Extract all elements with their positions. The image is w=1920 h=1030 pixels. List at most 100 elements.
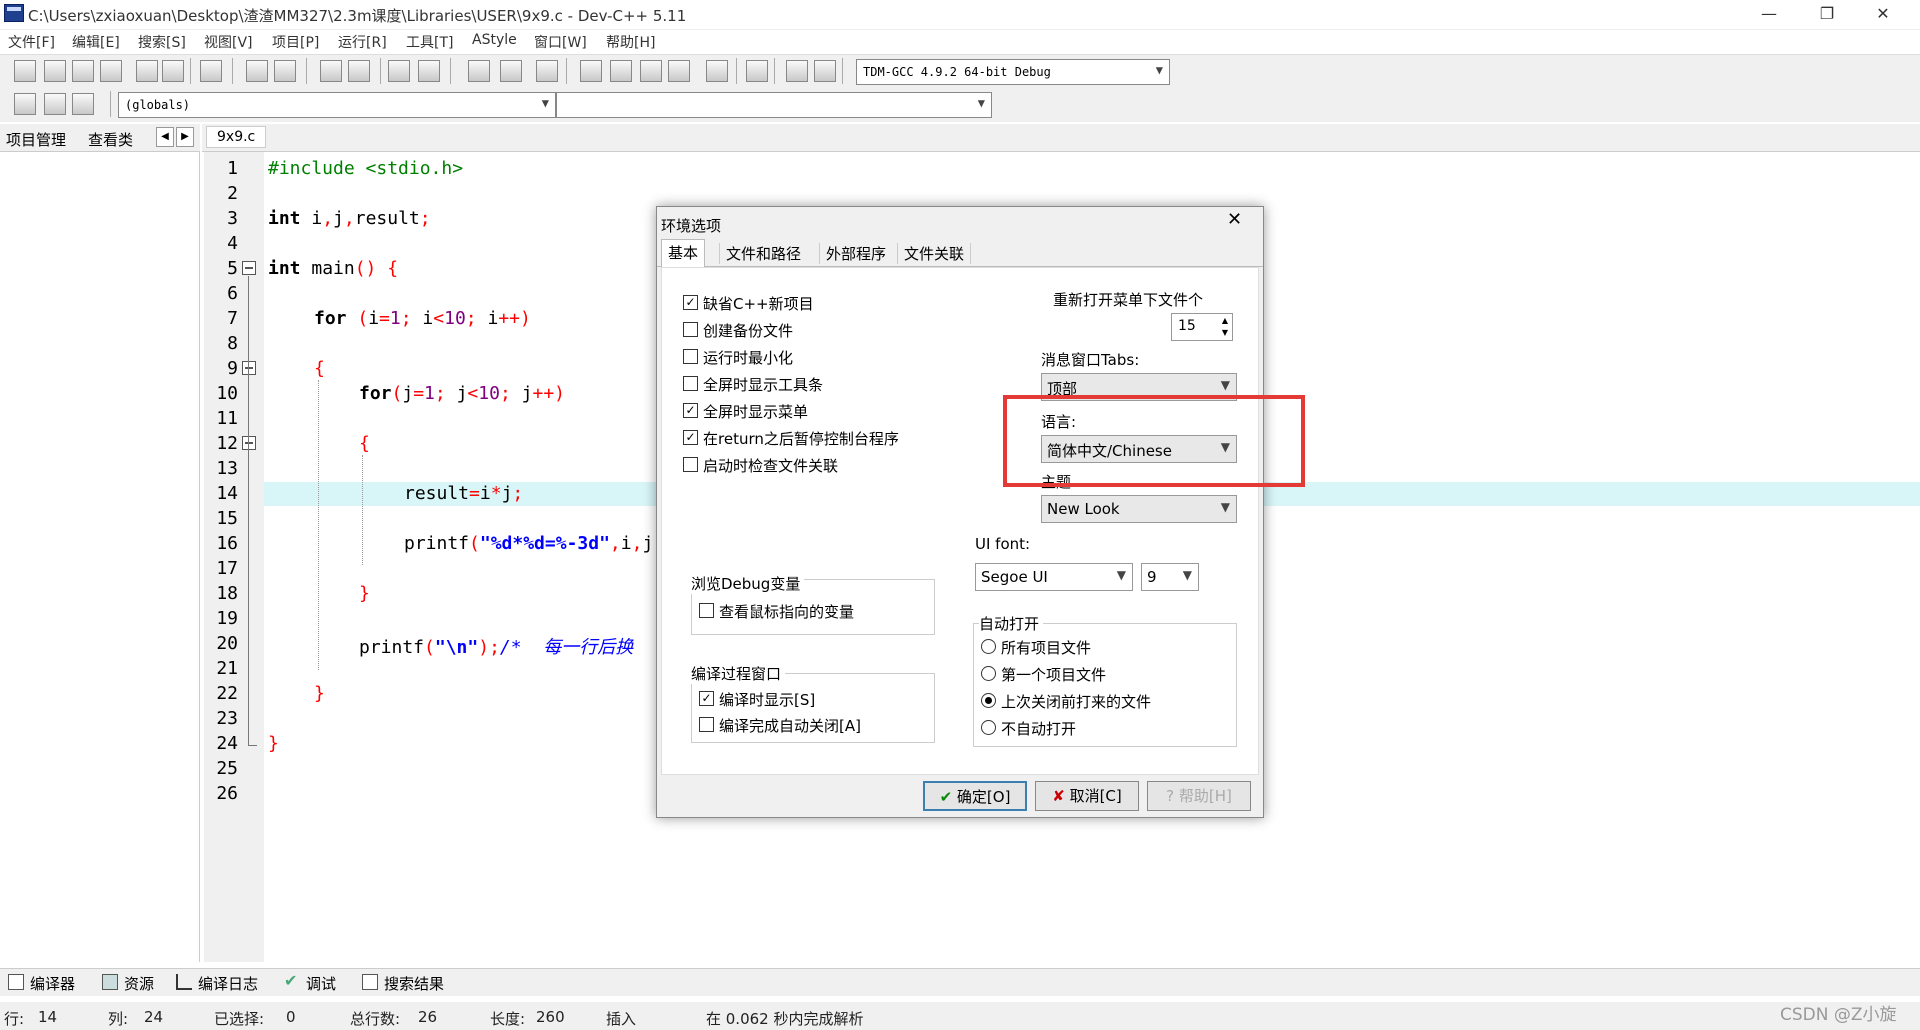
fold-marker-icon[interactable]	[242, 436, 256, 450]
theme-select[interactable]: New Look ▼	[1041, 495, 1237, 523]
spin-down-icon[interactable]: ▼	[1222, 328, 1228, 337]
goto-icon[interactable]	[388, 60, 410, 82]
menu-run[interactable]: 运行[R]	[338, 32, 387, 52]
editor-tabs: 9x9.c	[202, 124, 1920, 152]
left-panel-tabs: 项目管理 查看类 ◀ ▶	[0, 124, 200, 152]
menu-search[interactable]: 搜索[S]	[138, 32, 186, 52]
fold-marker-icon[interactable]	[242, 361, 256, 375]
print-icon[interactable]	[200, 60, 222, 82]
code-line: for(j=1; j<10; j++)	[359, 383, 566, 404]
checkbox-checked-icon[interactable]: ✓	[683, 430, 698, 445]
radio-unselected-icon[interactable]	[981, 639, 996, 654]
tab-class-view[interactable]: 查看类	[88, 129, 133, 150]
dialog-close-icon[interactable]: ✕	[1227, 209, 1242, 230]
code-line: {	[359, 433, 370, 454]
minimize-button[interactable]: —	[1744, 0, 1794, 30]
checkbox-unchecked-icon[interactable]	[683, 349, 698, 364]
restore-button[interactable]: ❐	[1802, 0, 1852, 30]
fold-marker-icon[interactable]	[242, 261, 256, 275]
radio-unselected-icon[interactable]	[981, 666, 996, 681]
close-all-icon[interactable]	[162, 60, 184, 82]
radio-selected-icon[interactable]	[981, 693, 996, 708]
redo-icon[interactable]	[274, 60, 296, 82]
tab-basic[interactable]: 基本	[661, 239, 706, 268]
toggle-comment-icon[interactable]	[536, 60, 558, 82]
replace-icon[interactable]	[348, 60, 370, 82]
checkbox-unchecked-icon[interactable]	[683, 457, 698, 472]
code-line: #include <stdio.h>	[268, 158, 464, 179]
profile-chart-icon[interactable]	[786, 60, 808, 82]
secondary-toolbar: (globals) ▼ ▼	[0, 88, 1920, 122]
scope-select[interactable]: (globals) ▼	[118, 92, 556, 118]
checkbox-unchecked-icon[interactable]	[683, 376, 698, 391]
menu-astyle[interactable]: AStyle	[472, 32, 517, 48]
undo-icon[interactable]	[246, 60, 268, 82]
save-icon[interactable]	[72, 60, 94, 82]
tab-scroll-right-icon[interactable]: ▶	[176, 127, 194, 147]
find-icon[interactable]	[320, 60, 342, 82]
class-browser-icon[interactable]	[72, 93, 94, 115]
project-panel[interactable]	[0, 152, 200, 962]
new-file-icon[interactable]	[14, 60, 36, 82]
close-file-icon[interactable]	[136, 60, 158, 82]
ok-button[interactable]: ✔ 确定[O]	[923, 781, 1027, 811]
status-row-label: 行:	[4, 1010, 25, 1028]
menu-project[interactable]: 项目[P]	[272, 32, 319, 52]
open-icon[interactable]	[44, 60, 66, 82]
tab-project-manager[interactable]: 项目管理	[6, 129, 66, 150]
scope-select-value: (globals)	[125, 98, 191, 112]
ui-font-select[interactable]: Segoe UI ▼	[975, 563, 1133, 591]
tab-files-paths[interactable]: 文件和路径	[719, 243, 807, 264]
menu-view[interactable]: 视图[V]	[204, 32, 253, 52]
menu-file[interactable]: 文件[F]	[8, 32, 55, 52]
ui-font-label: UI font:	[975, 535, 1031, 553]
tab-scroll-left-icon[interactable]: ◀	[156, 127, 174, 147]
help-button[interactable]: ? 帮助[H]	[1147, 781, 1251, 811]
ui-font-size-select[interactable]: 9 ▼	[1141, 563, 1199, 591]
bookmark-icon[interactable]	[418, 60, 440, 82]
radio-unselected-icon[interactable]	[981, 720, 996, 735]
tab-external-programs[interactable]: 外部程序	[819, 243, 892, 264]
save-all-icon[interactable]	[100, 60, 122, 82]
run-icon[interactable]	[610, 60, 632, 82]
compiler-select[interactable]: TDM-GCC 4.9.2 64-bit Debug ▼	[856, 59, 1170, 85]
delete-profile-icon[interactable]	[814, 60, 836, 82]
tab-file-associations[interactable]: 文件关联	[897, 243, 972, 264]
menu-help[interactable]: 帮助[H]	[606, 32, 655, 52]
compile-icon[interactable]	[580, 60, 602, 82]
checkbox-checked-icon[interactable]: ✓	[683, 403, 698, 418]
separator	[110, 91, 111, 117]
unindent-icon[interactable]	[500, 60, 522, 82]
menu-tools[interactable]: 工具[T]	[406, 32, 453, 52]
cancel-button[interactable]: ✘ 取消[C]	[1035, 781, 1139, 811]
line-number: 13	[216, 458, 238, 479]
reopen-spinner[interactable]: 15 ▲ ▼	[1171, 313, 1233, 341]
stop-icon[interactable]	[746, 60, 768, 82]
close-button[interactable]: ✕	[1858, 0, 1908, 30]
tab-compile-log[interactable]: 编译日志	[198, 973, 258, 994]
code-line: printf("\n");/* 每一行后换	[359, 637, 634, 658]
rebuild-icon[interactable]	[668, 60, 690, 82]
goto-line-icon[interactable]	[44, 93, 66, 115]
msg-tabs-label: 消息窗口Tabs:	[1041, 351, 1140, 369]
status-len-label: 长度:	[490, 1010, 526, 1028]
tab-compiler[interactable]: 编译器	[30, 973, 75, 994]
member-select[interactable]: ▼	[556, 92, 992, 118]
line-number: 20	[216, 633, 238, 654]
checkbox-checked-icon[interactable]: ✓	[683, 295, 698, 310]
status-sel-label: 已选择:	[214, 1010, 265, 1028]
menu-window[interactable]: 窗口[W]	[534, 32, 587, 52]
status-col: 24	[144, 1008, 164, 1026]
compile-run-icon[interactable]	[640, 60, 662, 82]
tab-debug[interactable]: 调试	[306, 973, 336, 994]
tab-search-results[interactable]: 搜索结果	[384, 973, 444, 994]
indent-icon[interactable]	[468, 60, 490, 82]
debug-check-icon[interactable]	[706, 60, 728, 82]
spin-up-icon[interactable]: ▲	[1222, 316, 1228, 325]
tab-resources[interactable]: 资源	[124, 973, 154, 994]
insert-icon[interactable]	[14, 93, 36, 115]
checkbox-unchecked-icon[interactable]	[683, 322, 698, 337]
menu-edit[interactable]: 编辑[E]	[72, 32, 120, 52]
cancel-x-icon: ✘	[1052, 787, 1065, 805]
tab-9x9-c[interactable]: 9x9.c	[206, 126, 267, 148]
